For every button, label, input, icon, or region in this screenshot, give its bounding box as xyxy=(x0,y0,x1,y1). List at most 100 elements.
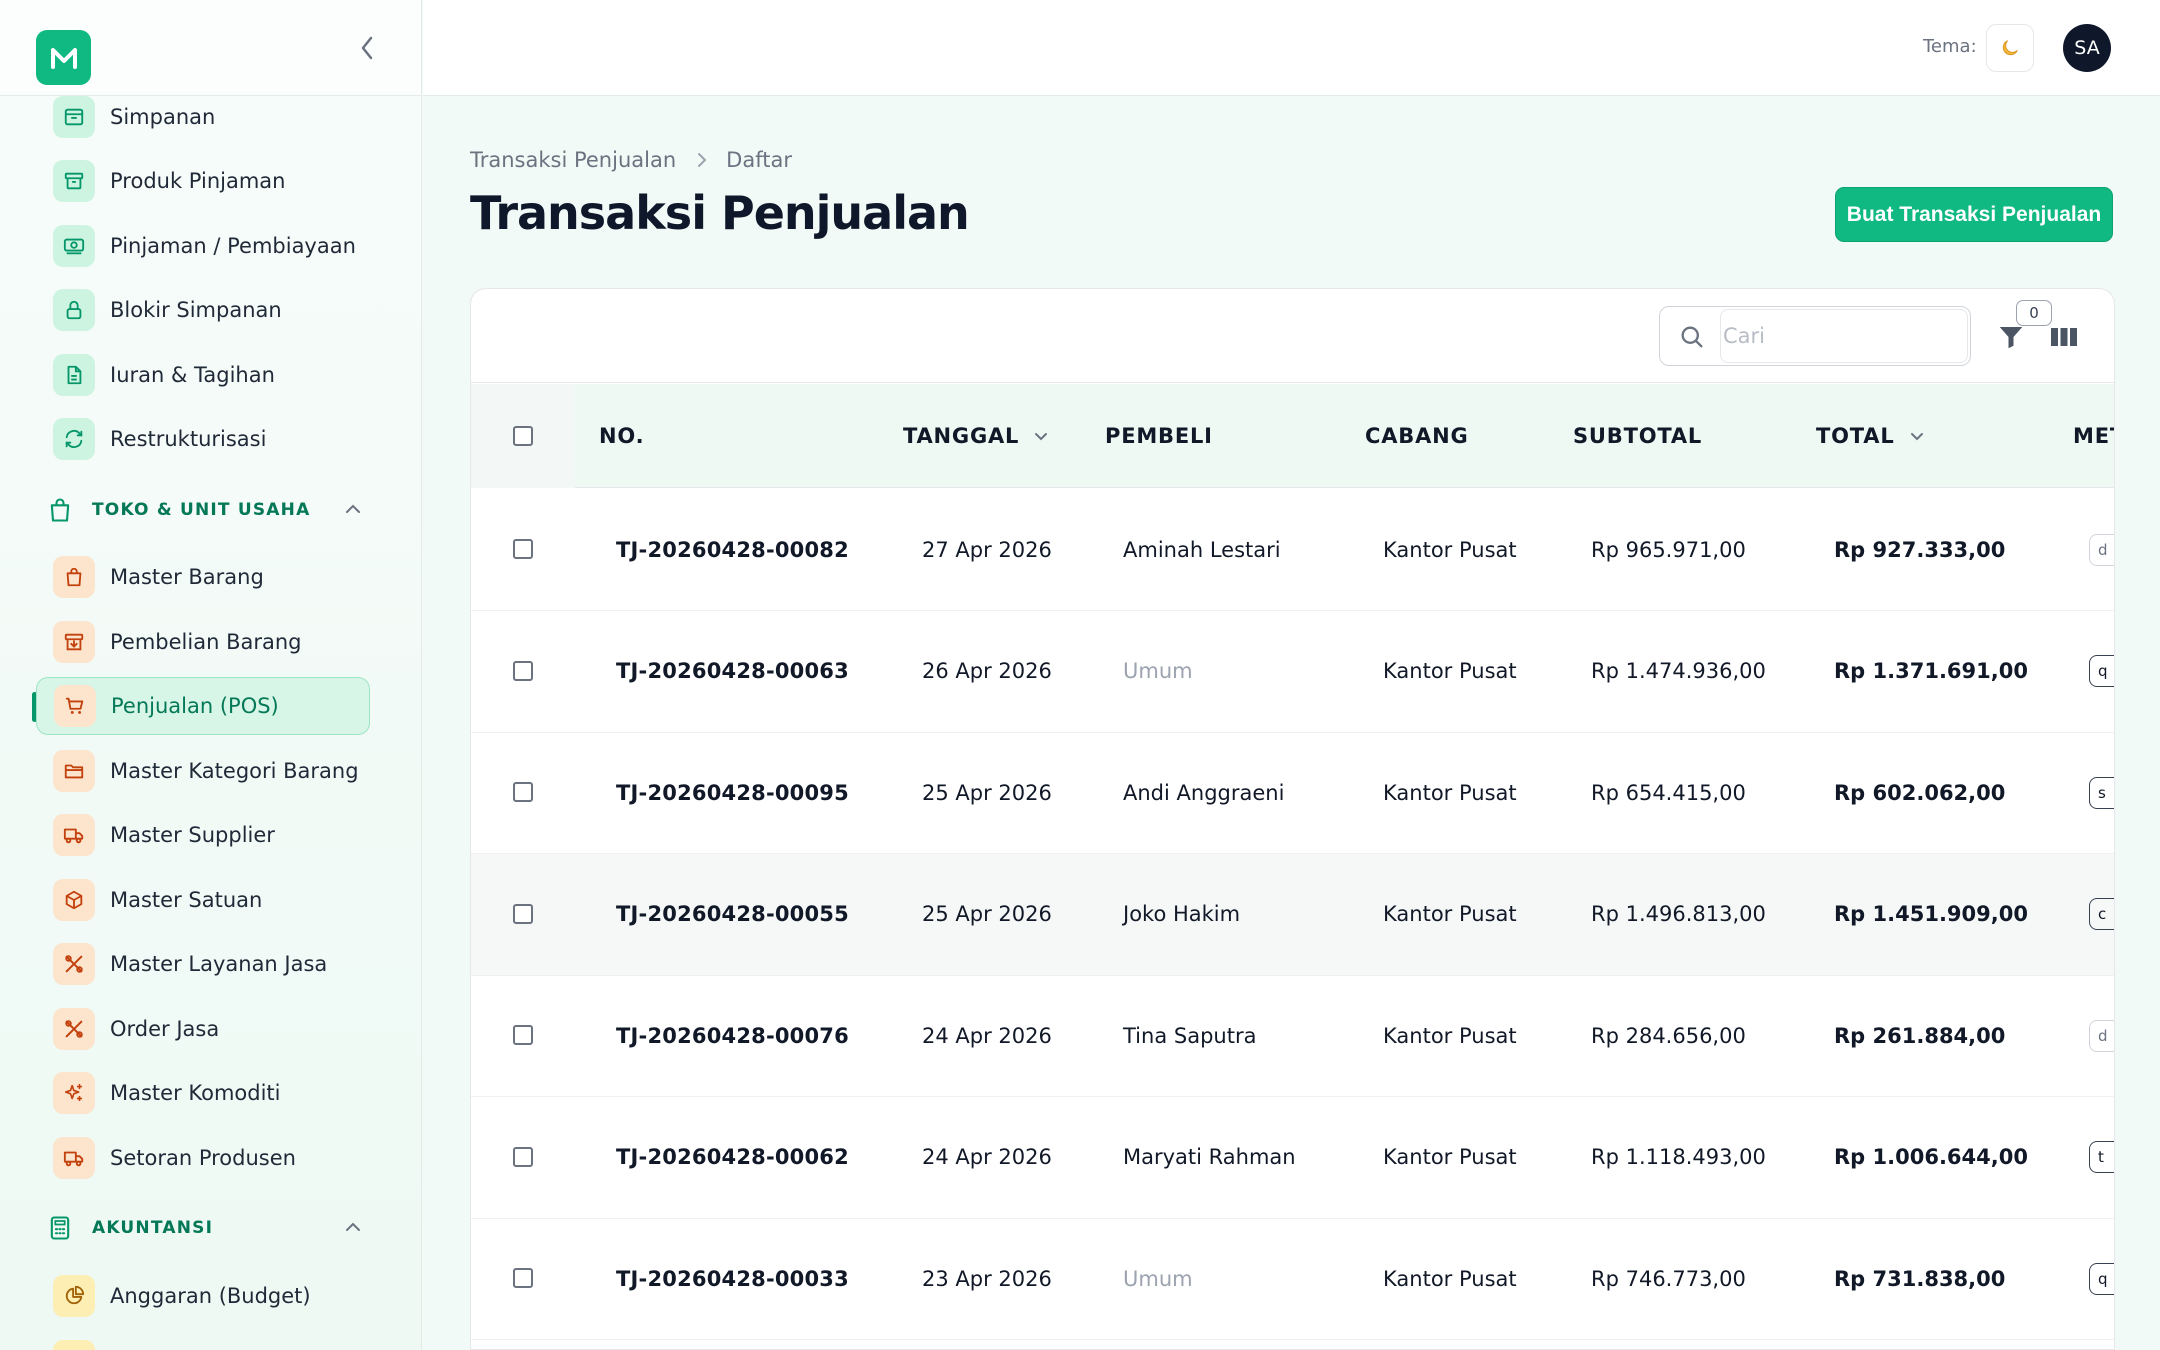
sidebar-item-simpanan[interactable]: Simpanan xyxy=(36,88,370,146)
cell-metode: t xyxy=(2089,1097,2114,1218)
select-all-checkbox[interactable] xyxy=(513,426,533,446)
sidebar-item-master-barang[interactable]: Master Barang xyxy=(36,548,370,606)
sidebar-item-master-supplier[interactable]: Master Supplier xyxy=(36,806,370,864)
cell-no[interactable]: TJ-20260428-00076 xyxy=(616,975,849,1096)
sidebar-header xyxy=(0,0,421,96)
app-logo[interactable] xyxy=(36,30,91,85)
cell-cabang: Kantor Pusat xyxy=(1383,659,1517,683)
pie-chart-icon xyxy=(53,1275,95,1317)
sidebar-item-master-satuan[interactable]: Master Satuan xyxy=(36,871,370,929)
column-header-label: NO. xyxy=(599,424,645,448)
cell-total: Rp 602.062,00 xyxy=(1834,780,2006,805)
table-row[interactable]: TJ-20260428-00095 25 Apr 2026 Andi Anggrae… xyxy=(471,732,2114,854)
cell-no[interactable]: TJ-20260428-00063 xyxy=(616,611,849,732)
column-header-label: CABANG xyxy=(1365,424,1469,448)
row-checkbox[interactable] xyxy=(513,1146,533,1167)
payment-method-badge: q xyxy=(2089,1262,2114,1295)
inbox-download-icon xyxy=(53,621,95,663)
theme-toggle-button[interactable] xyxy=(1986,24,2034,72)
cell-total: Rp 927.333,00 xyxy=(1834,537,2006,562)
search-icon xyxy=(1681,326,1703,348)
columns-button[interactable] xyxy=(2044,319,2084,355)
sidebar-item-label: Setoran Produsen xyxy=(110,1146,296,1170)
sidebar-item-next[interactable] xyxy=(36,1332,370,1350)
cell-no[interactable]: TJ-20260428-00055 xyxy=(616,854,849,975)
sidebar-item-iuran-tagihan[interactable]: Iuran & Tagihan xyxy=(36,346,370,404)
sidebar-item-pinjaman[interactable]: Pinjaman / Pembiayaan xyxy=(36,217,370,275)
payment-method-badge: q xyxy=(2089,655,2114,687)
sidebar-item-label: Produk Pinjaman xyxy=(110,169,286,193)
payment-method-badge: d xyxy=(2089,1019,2114,1052)
sidebar-item-penjualan-pos[interactable]: Penjualan (POS) xyxy=(36,677,370,735)
sidebar-item-anggaran[interactable]: Anggaran (Budget) xyxy=(36,1267,370,1325)
sidebar-item-pembelian-barang[interactable]: Pembelian Barang xyxy=(36,613,370,671)
cell-no[interactable]: TJ-20260428-00062 xyxy=(616,1097,849,1218)
cell-metode: q xyxy=(2089,1218,2114,1339)
cart-icon xyxy=(54,685,96,727)
cell-no[interactable]: TJ-20260428-00033 xyxy=(616,1218,849,1339)
cell-pembeli: Umum xyxy=(1123,659,1193,683)
sidebar-item-label: Restrukturisasi xyxy=(110,427,267,451)
payment-method-badge: d xyxy=(2089,533,2114,566)
cell-subtotal: Rp 654.415,00 xyxy=(1591,780,1746,805)
row-checkbox[interactable] xyxy=(513,539,533,559)
breadcrumb-parent-link[interactable]: Transaksi Penjualan xyxy=(470,148,676,172)
filter-icon xyxy=(1999,327,2023,349)
cell-metode: s xyxy=(2089,732,2114,853)
cell-pembeli: Andi Anggraeni xyxy=(1123,780,1285,805)
cell-no[interactable]: TJ-20260428-00082 xyxy=(616,489,849,610)
table-row[interactable]: TJ-20260428-00082 27 Apr 2026 Aminah Lesta… xyxy=(471,489,2114,611)
column-header-metode[interactable]: MET xyxy=(2073,384,2114,488)
column-header-tanggal[interactable]: TANGGAL xyxy=(903,384,1049,488)
column-header-no[interactable]: NO. xyxy=(599,384,644,488)
column-header-cabang[interactable]: CABANG xyxy=(1365,384,1469,488)
column-header-label: TANGGAL xyxy=(903,424,1020,448)
create-sale-button[interactable]: Buat Transaksi Penjualan xyxy=(1835,187,2113,242)
sidebar-item-master-kategori-barang[interactable]: Master Kategori Barang xyxy=(36,742,370,800)
column-header-total[interactable]: TOTAL xyxy=(1816,384,1925,488)
cell-tanggal: 24 Apr 2026 xyxy=(922,1145,1052,1169)
search-input[interactable] xyxy=(1720,309,1968,363)
row-checkbox[interactable] xyxy=(513,1025,533,1045)
box-icon xyxy=(53,160,95,202)
table-row[interactable]: TJ-20260428-00055 25 Apr 2026 Joko Hakim Ka… xyxy=(471,853,2114,976)
cell-no[interactable]: TJ-20260428-00095 xyxy=(616,732,849,853)
cell-metode: d xyxy=(2089,489,2114,610)
chevron-down-icon xyxy=(1909,428,1925,444)
payment-method-badge: t xyxy=(2089,1141,2114,1173)
column-header-label: MET xyxy=(2073,424,2114,448)
cell-cabang: Kantor Pusat xyxy=(1383,1023,1517,1048)
table-row[interactable]: TJ-20260428-00033 23 Apr 2026 Umum Kantor P… xyxy=(471,1218,2114,1340)
table-row[interactable]: TJ-20260428-00062 24 Apr 2026 Maryati Rahm… xyxy=(471,1097,2114,1219)
sidebar-item-master-komoditi[interactable]: Master Komoditi xyxy=(36,1064,370,1122)
sidebar-item-restrukturisasi[interactable]: Restrukturisasi xyxy=(36,410,370,468)
sparkle-icon xyxy=(53,1072,95,1114)
table-row[interactable]: TJ-20260428-00076 24 Apr 2026 Tina Saputra… xyxy=(471,975,2114,1097)
sidebar-section-toko[interactable]: TOKO & UNIT USAHA xyxy=(46,490,376,530)
cell-pembeli: Umum xyxy=(1123,1266,1193,1291)
sidebar-item-label: Master Kategori Barang xyxy=(110,759,359,783)
row-checkbox[interactable] xyxy=(513,782,533,802)
sidebar-item-setoran-produsen[interactable]: Setoran Produsen xyxy=(36,1129,370,1187)
sidebar-item-blokir-simpanan[interactable]: Blokir Simpanan xyxy=(36,281,370,339)
row-checkbox[interactable] xyxy=(513,660,533,681)
user-avatar[interactable]: SA xyxy=(2063,24,2111,72)
sidebar-item-produk-pinjaman[interactable]: Produk Pinjaman xyxy=(36,152,370,210)
truck-icon xyxy=(53,1137,95,1179)
row-checkbox[interactable] xyxy=(513,1268,533,1288)
table-header: NO. TANGGAL PEMBELI CABANG SUBTOTAL TOTA… xyxy=(471,384,2114,488)
sidebar-item-order-jasa[interactable]: Order Jasa xyxy=(36,1000,370,1058)
cell-tanggal: 27 Apr 2026 xyxy=(922,537,1052,562)
row-checkbox[interactable] xyxy=(513,903,533,924)
refresh-icon xyxy=(53,418,95,460)
tools-icon xyxy=(53,1008,95,1050)
sidebar-item-master-layanan-jasa[interactable]: Master Layanan Jasa xyxy=(36,935,370,993)
column-header-subtotal[interactable]: SUBTOTAL xyxy=(1573,384,1702,488)
column-header-pembeli[interactable]: PEMBELI xyxy=(1105,384,1213,488)
sidebar-section-akuntansi[interactable]: AKUNTANSI xyxy=(46,1208,376,1248)
sidebar-item-label: Pinjaman / Pembiayaan xyxy=(110,234,356,258)
select-all-cell xyxy=(471,384,575,488)
table-row[interactable]: TJ-20260428-00063 26 Apr 2026 Umum Kantor P… xyxy=(471,611,2114,733)
collapse-sidebar-button[interactable] xyxy=(352,30,382,66)
cell-total: Rp 1.006.644,00 xyxy=(1834,1145,2028,1169)
